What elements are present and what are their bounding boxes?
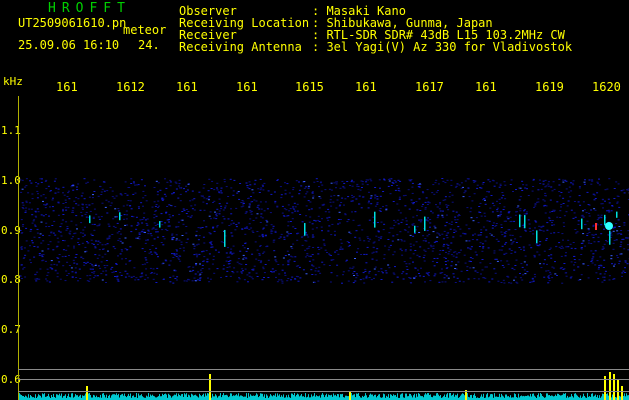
antenna-label: Receiving Antenna (179, 40, 302, 54)
antenna-value: : 3el Yagi(V) Az 330 for Vladivostok (312, 40, 573, 54)
hrofft-screen: HROFFT UT2509061610.pn meteor 25.09.06 1… (0, 0, 629, 400)
x-tick-label: 161 (475, 80, 497, 94)
spectrogram (18, 96, 629, 400)
level-threshold-line (18, 369, 629, 370)
signal-level-bars (19, 372, 629, 400)
level-threshold-line (18, 391, 629, 392)
x-tick-label: 1617 (415, 80, 444, 94)
level-threshold-line (18, 379, 629, 380)
x-tick-label: 1615 (295, 80, 324, 94)
noise-band (19, 178, 629, 284)
capture-datetime: 25.09.06 16:10 (18, 38, 120, 52)
echo-count: 24. (138, 38, 160, 52)
app-title: HROFFT (48, 1, 131, 16)
x-tick-label: 1620 (592, 80, 621, 94)
x-tick-label: 1619 (535, 80, 564, 94)
x-tick-label: 161 (176, 80, 198, 94)
meteor-echoes (89, 211, 618, 247)
file-name: UT2509061610.pn (18, 16, 127, 30)
detection-tag: meteor (123, 23, 167, 37)
x-tick-label: 161 (236, 80, 258, 94)
frequency-unit: kHz (3, 75, 23, 88)
x-tick-label: 161 (56, 80, 78, 94)
spectrogram-canvas (19, 178, 629, 400)
x-tick-label: 1612 (116, 80, 145, 94)
x-tick-label: 161 (355, 80, 377, 94)
